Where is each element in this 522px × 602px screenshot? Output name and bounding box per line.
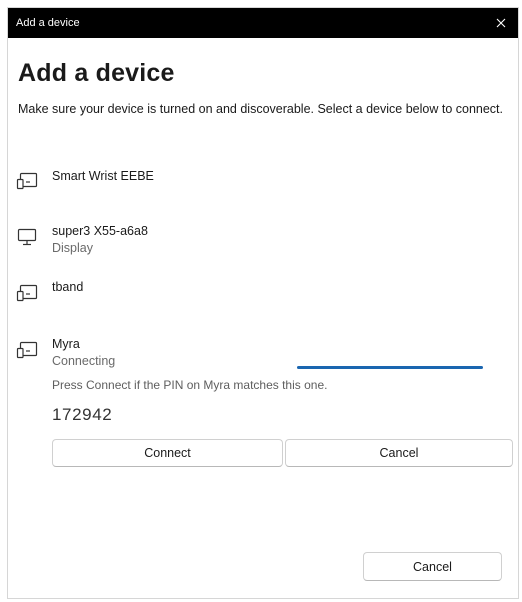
device-item-tband[interactable]: tband xyxy=(8,274,518,314)
connecting-progress-bar xyxy=(297,366,483,369)
device-name: super3 X55-a6a8 xyxy=(52,224,148,238)
close-button[interactable] xyxy=(490,12,512,34)
device-item-super3[interactable]: super3 X55-a6a8 Display xyxy=(8,218,518,258)
pairing-cancel-button[interactable]: Cancel xyxy=(285,439,513,467)
add-device-window: Add a device Add a device Make sure your… xyxy=(7,7,519,599)
connect-button[interactable]: Connect xyxy=(52,439,283,467)
device-status: Connecting xyxy=(52,354,116,368)
pairing-pin: 172942 xyxy=(52,405,113,424)
pin-prompt-text: Press Connect if the PIN on Myra matches… xyxy=(52,378,328,392)
instructions-text: Make sure your device is turned on and d… xyxy=(18,102,503,116)
page-title: Add a device xyxy=(18,59,175,87)
device-item-myra[interactable]: Myra Connecting xyxy=(8,330,518,370)
input-device-icon xyxy=(16,341,38,359)
cancel-button[interactable]: Cancel xyxy=(363,552,502,581)
device-name: tband xyxy=(52,280,84,294)
input-device-icon xyxy=(16,172,38,190)
device-name: Smart Wrist EEBE xyxy=(52,169,154,183)
device-status: Display xyxy=(52,241,93,255)
input-device-icon xyxy=(16,284,38,302)
window-title: Add a device xyxy=(16,17,80,29)
device-item-smart-wrist[interactable]: Smart Wrist EEBE xyxy=(8,163,518,203)
title-bar: Add a device xyxy=(8,8,518,38)
device-name: Myra xyxy=(52,337,80,351)
close-icon xyxy=(496,18,506,28)
monitor-icon xyxy=(17,228,37,246)
